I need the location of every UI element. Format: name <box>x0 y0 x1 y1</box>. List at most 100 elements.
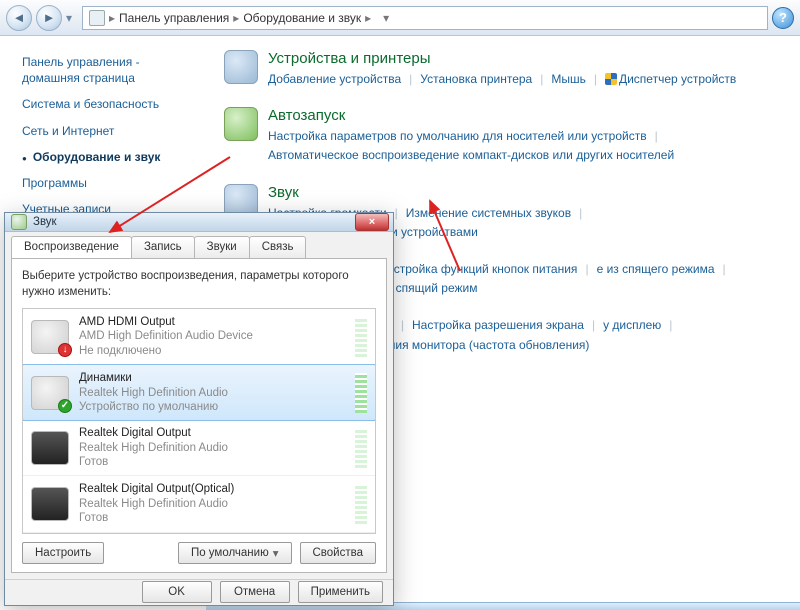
category-link[interactable]: Изменение системных звуков <box>406 204 571 223</box>
checkmark-icon: ✓ <box>58 399 72 413</box>
sound-dialog: Звук × ВоспроизведениеЗаписьЗвукиСвязь В… <box>4 212 394 606</box>
properties-button[interactable]: Свойства <box>300 542 377 564</box>
link-separator: | <box>594 70 597 89</box>
dialog-tab[interactable]: Воспроизведение <box>11 236 132 258</box>
sidebar-item[interactable]: Программы <box>22 175 196 191</box>
category-link[interactable]: Добавление устройства <box>268 70 401 89</box>
dialog-tab[interactable]: Связь <box>249 236 307 258</box>
control-panel-icon <box>89 10 105 26</box>
device-name: AMD HDMI Output <box>79 315 345 329</box>
sidebar-item[interactable]: Панель управления - домашняя страница <box>22 54 196 86</box>
device-desc: Realtek High Definition Audio <box>79 497 345 511</box>
device-name: Realtek Digital Output <box>79 426 345 440</box>
device-item[interactable]: ↓ AMD HDMI OutputAMD High Definition Audi… <box>23 309 375 365</box>
device-status: Готов <box>79 511 345 525</box>
forward-button[interactable]: ► <box>36 5 62 31</box>
back-button[interactable]: ◄ <box>6 5 32 31</box>
down-arrow-icon: ↓ <box>58 343 72 357</box>
device-thumbnail: ↓ <box>31 320 69 354</box>
device-thumbnail: ✓ <box>31 376 69 410</box>
category-link[interactable]: Мышь <box>551 70 586 89</box>
device-desc: Realtek High Definition Audio <box>79 441 345 455</box>
device-thumbnail <box>31 487 69 521</box>
link-separator: | <box>669 316 672 335</box>
apply-button[interactable]: Применить <box>298 581 383 603</box>
device-info: ДинамикиRealtek High Definition AudioУст… <box>79 371 345 414</box>
category-link[interactable]: Автоматическое воспроизведение компакт-д… <box>268 146 674 165</box>
device-info: Realtek Digital OutputRealtek High Defin… <box>79 426 345 469</box>
device-item[interactable]: Realtek Digital OutputRealtek High Defin… <box>23 420 375 476</box>
device-status: Не подключено <box>79 344 345 358</box>
category-title[interactable]: Звук <box>268 184 786 201</box>
history-dropdown-icon[interactable]: ▾ <box>66 11 78 25</box>
cancel-button[interactable]: Отмена <box>220 581 290 603</box>
dialog-titlebar[interactable]: Звук × <box>5 213 393 232</box>
sidebar-item[interactable]: Система и безопасность <box>22 96 196 112</box>
breadcrumb-sep: ▸ <box>109 11 115 25</box>
dialog-button-row: OK Отмена Применить <box>5 579 393 605</box>
close-button[interactable]: × <box>355 213 389 231</box>
dialog-tab[interactable]: Запись <box>131 236 195 258</box>
link-separator: | <box>401 316 404 335</box>
category: Устройства и принтеры Добавление устройст… <box>224 50 786 89</box>
category-links: Добавление устройства | Установка принтера… <box>268 70 786 89</box>
link-separator: | <box>585 260 588 279</box>
tab-panel-playback: Выберите устройство воспроизведения, пар… <box>11 258 387 573</box>
breadcrumb-item[interactable]: Оборудование и звук <box>243 11 361 25</box>
category-link[interactable]: Диспетчер устройств <box>605 70 736 89</box>
device-info: Realtek Digital Output(Optical)Realtek H… <box>79 482 345 525</box>
link-separator: | <box>395 204 398 223</box>
dialog-hint: Выберите устройство воспроизведения, пар… <box>22 269 376 300</box>
category-links: Настройка параметров по умолчанию для но… <box>268 127 786 165</box>
device-desc: Realtek High Definition Audio <box>79 386 345 400</box>
level-meter-icon <box>355 317 367 357</box>
category-link[interactable]: е из спящего режима <box>597 260 715 279</box>
level-meter-icon <box>355 484 367 524</box>
device-status: Готов <box>79 455 345 469</box>
sidebar-item[interactable]: Сеть и Интернет <box>22 123 196 139</box>
category-title[interactable]: Автозапуск <box>268 107 786 124</box>
breadcrumb-dropdown-icon[interactable]: ▾ <box>375 11 389 25</box>
device-item[interactable]: Realtek Digital Output(Optical)Realtek H… <box>23 476 375 532</box>
ok-button[interactable]: OK <box>142 581 212 603</box>
device-name: Realtek Digital Output(Optical) <box>79 482 345 496</box>
help-button[interactable]: ? <box>772 7 794 29</box>
device-item[interactable]: ✓ ДинамикиRealtek High Definition AudioУс… <box>22 364 376 421</box>
shield-icon <box>605 73 617 85</box>
device-name: Динамики <box>79 371 345 385</box>
device-thumbnail <box>31 431 69 465</box>
category-link[interactable]: Настройка функций кнопок питания <box>378 260 577 279</box>
link-separator: | <box>723 260 726 279</box>
device-list[interactable]: ↓ AMD HDMI OutputAMD High Definition Audi… <box>22 308 376 534</box>
link-separator: | <box>409 70 412 89</box>
category-link[interactable]: у дисплею <box>603 316 661 335</box>
address-bar: ◄ ► ▾ ▸ Панель управления ▸ Оборудование… <box>0 0 800 36</box>
level-meter-icon <box>355 428 367 468</box>
breadcrumb-sep: ▸ <box>365 11 371 25</box>
link-separator: | <box>540 70 543 89</box>
dialog-title: Звук <box>33 216 349 228</box>
breadcrumb-item[interactable]: Панель управления <box>119 11 229 25</box>
device-desc: AMD High Definition Audio Device <box>79 329 345 343</box>
configure-button[interactable]: Настроить <box>22 542 104 564</box>
breadcrumb[interactable]: ▸ Панель управления ▸ Оборудование и зву… <box>82 6 768 30</box>
level-meter-icon <box>355 373 367 413</box>
category-link[interactable]: Настройка параметров по умолчанию для но… <box>268 127 647 146</box>
sound-icon <box>11 214 27 230</box>
panel-button-row: Настроить По умолчанию Свойства <box>22 542 376 564</box>
sidebar-item[interactable]: Оборудование и звук <box>22 149 196 165</box>
autoplay-icon <box>224 107 258 141</box>
category-link[interactable]: Установка принтера <box>420 70 532 89</box>
category: Автозапуск Настройка параметров по умолча… <box>224 107 786 165</box>
set-default-button[interactable]: По умолчанию <box>178 542 292 564</box>
tab-bar: ВоспроизведениеЗаписьЗвукиСвязь <box>5 232 393 258</box>
dialog-tab[interactable]: Звуки <box>194 236 250 258</box>
category-link[interactable]: Настройка разрешения экрана <box>412 316 584 335</box>
breadcrumb-sep: ▸ <box>233 11 239 25</box>
link-separator: | <box>655 127 658 146</box>
category-title[interactable]: Устройства и принтеры <box>268 50 786 67</box>
link-separator: | <box>579 204 582 223</box>
device-status: Устройство по умолчанию <box>79 400 345 414</box>
device-info: AMD HDMI OutputAMD High Definition Audio… <box>79 315 345 358</box>
link-separator: | <box>592 316 595 335</box>
